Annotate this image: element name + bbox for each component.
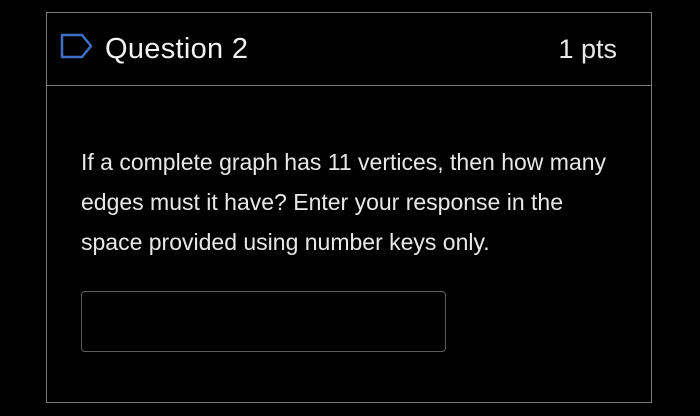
question-points: 1 pts — [558, 34, 617, 64]
question-card: Question 2 1 pts If a complete graph has… — [46, 12, 652, 403]
question-header: Question 2 1 pts — [47, 13, 651, 86]
bookmark-flag-icon[interactable] — [60, 33, 94, 59]
question-title: Question 2 — [105, 33, 249, 65]
question-body: If a complete graph has 11 vertices, the… — [47, 86, 651, 403]
answer-input[interactable] — [81, 291, 446, 352]
question-prompt: If a complete graph has 11 vertices, the… — [81, 149, 607, 255]
